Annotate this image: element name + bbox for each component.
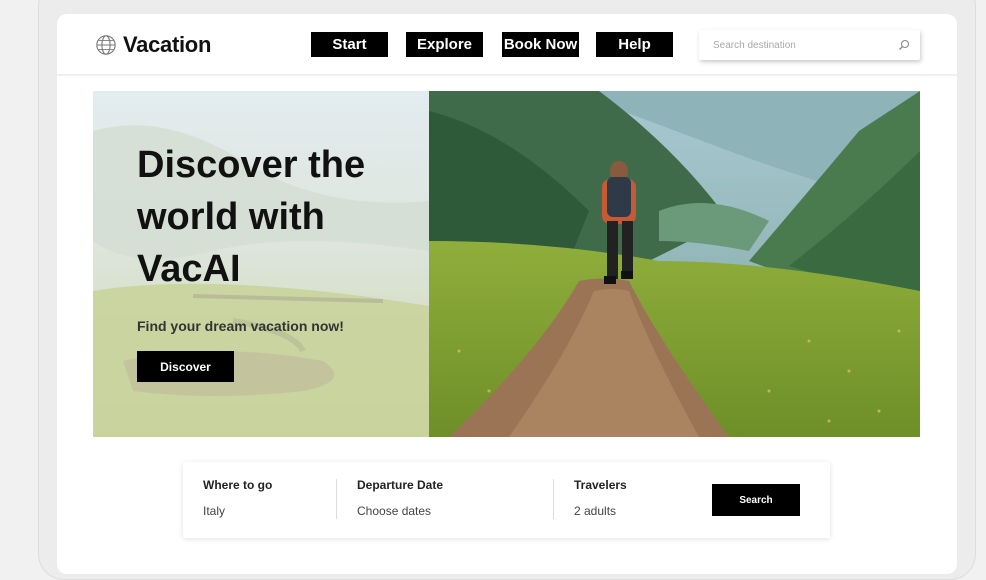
nav-start-button[interactable]: Start bbox=[311, 32, 388, 57]
nav-explore-button[interactable]: Explore bbox=[406, 32, 483, 57]
hero-title: Discover the world with VacAI bbox=[137, 144, 366, 290]
booking-bar: Where to go Italy Departure Date Choose … bbox=[183, 462, 830, 538]
departure-value[interactable]: Choose dates bbox=[357, 504, 443, 518]
hero-text-panel: Discover the world with VacAI Find your … bbox=[93, 91, 429, 437]
search-icon[interactable] bbox=[898, 39, 910, 51]
travelers-label: Travelers bbox=[574, 478, 627, 492]
nav-book-now-button[interactable]: Book Now bbox=[502, 32, 579, 57]
search-button[interactable]: Search bbox=[712, 484, 800, 516]
divider bbox=[336, 479, 337, 519]
hero-subtitle: Find your dream vacation now! bbox=[137, 318, 344, 334]
logo[interactable]: Vacation bbox=[95, 32, 211, 58]
where-field[interactable]: Where to go Italy bbox=[203, 478, 272, 518]
nav-help-button[interactable]: Help bbox=[596, 32, 673, 57]
hero-image bbox=[429, 91, 920, 437]
travelers-field[interactable]: Travelers 2 adults bbox=[574, 478, 627, 518]
departure-label: Departure Date bbox=[357, 478, 444, 492]
departure-field[interactable]: Departure Date Choose dates bbox=[357, 478, 443, 518]
search-input[interactable] bbox=[713, 39, 898, 51]
hero-banner: Discover the world with VacAI Find your … bbox=[93, 91, 920, 437]
globe-icon bbox=[96, 35, 116, 55]
discover-button[interactable]: Discover bbox=[137, 351, 234, 382]
page: Vacation Start Explore Book Now Help Sea… bbox=[57, 14, 957, 574]
divider bbox=[553, 479, 554, 519]
travelers-value[interactable]: 2 adults bbox=[574, 504, 627, 518]
header: Vacation Start Explore Book Now Help bbox=[57, 14, 957, 76]
where-label: Where to go bbox=[203, 478, 273, 492]
where-value[interactable]: Italy bbox=[203, 504, 272, 518]
brand-name: Vacation bbox=[123, 32, 212, 57]
hiker-landscape-image bbox=[429, 91, 920, 437]
search-box bbox=[699, 30, 920, 60]
